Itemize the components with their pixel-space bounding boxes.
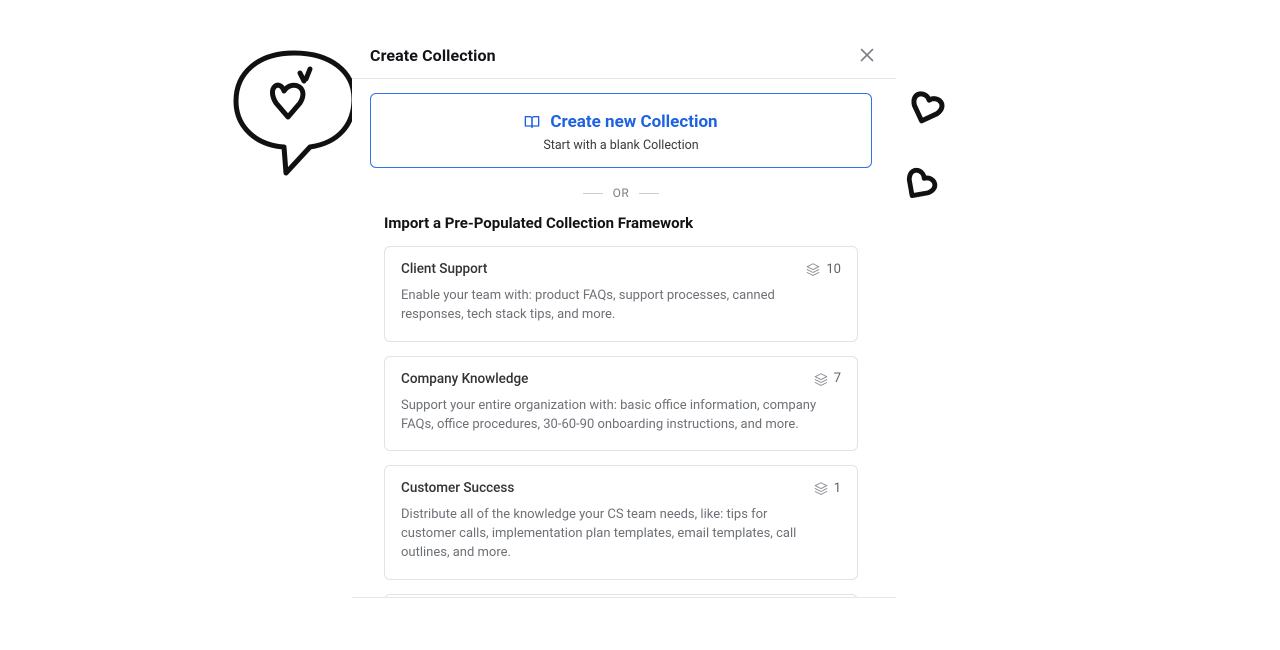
framework-desc: Support your entire organization with: b… [401,397,821,435]
speech-heart-icon [230,45,360,185]
heart-icon [898,164,942,208]
framework-title: Customer Success [401,480,514,496]
create-new-collection-subtitle: Start with a blank Collection [381,138,861,153]
close-button[interactable] [856,44,878,66]
create-collection-dialog: Create Collection Create new Collection … [352,30,896,598]
layers-icon [814,481,828,495]
framework-desc: Enable your team with: product FAQs, sup… [401,287,821,325]
dialog-title: Create Collection [370,46,496,65]
layers-icon [806,262,820,276]
divider-label: OR [613,186,630,200]
framework-title: Client Support [401,261,487,277]
framework-card-deal-desk[interactable]: Deal Desk 1 Use this Collection to house… [384,594,858,598]
dialog-scroll[interactable]: Create new Collection Start with a blank… [370,93,878,598]
create-new-collection-label: Create new Collection [550,112,717,132]
layers-icon [814,372,828,386]
book-open-icon [524,114,540,130]
framework-count: 1 [814,481,841,496]
close-icon [860,48,874,62]
framework-count: 7 [814,371,841,386]
dialog-body: Create new Collection Start with a blank… [352,79,896,598]
framework-card-customer-success[interactable]: Customer Success 1 Distribute all of the… [384,465,858,580]
create-new-collection-button[interactable]: Create new Collection Start with a blank… [370,93,872,168]
framework-desc: Distribute all of the knowledge your CS … [401,506,821,563]
import-section-title: Import a Pre-Populated Collection Framew… [384,214,872,232]
framework-title: Company Knowledge [401,371,528,387]
dialog-header: Create Collection [352,30,896,79]
heart-icon [904,86,950,132]
framework-count: 10 [806,262,841,277]
framework-card-client-support[interactable]: Client Support 10 Enable your team with:… [384,246,858,342]
framework-card-company-knowledge[interactable]: Company Knowledge 7 Support your entire … [384,356,858,452]
divider: OR [370,186,872,200]
